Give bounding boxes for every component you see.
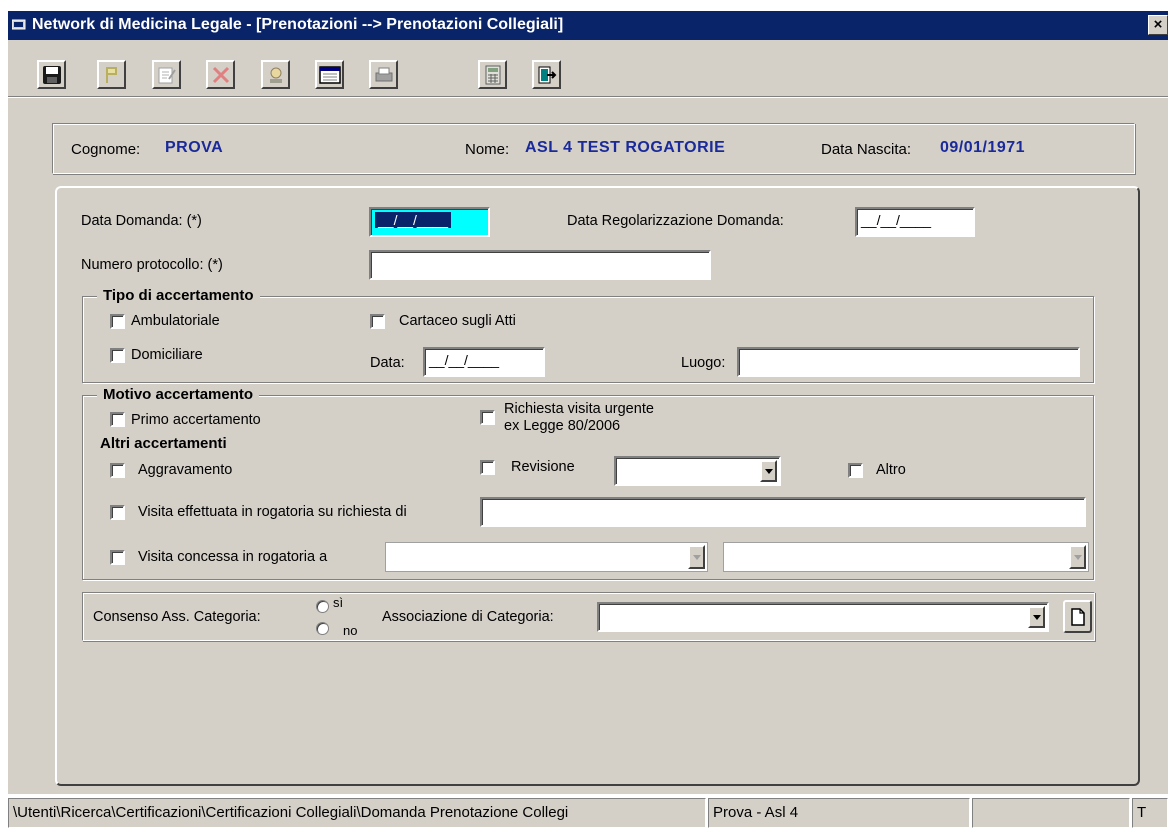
- calculator-icon: [485, 65, 500, 84]
- domiciliare-label: Domiciliare: [131, 347, 203, 363]
- calendar-button[interactable]: [315, 60, 344, 89]
- surname-value: PROVA: [165, 139, 224, 156]
- altro-checkbox[interactable]: [848, 463, 863, 478]
- calendar-icon: [318, 65, 341, 84]
- numero-protocollo-label: Numero protocollo: (*): [81, 257, 223, 273]
- calculator-button[interactable]: [478, 60, 507, 89]
- rogatoria-concessa-select-2[interactable]: [723, 542, 1089, 572]
- data-domanda-field[interactable]: __/__/____: [369, 207, 490, 237]
- aggravamento-label: Aggravamento: [138, 462, 233, 478]
- altri-accertamenti-title: Altri accertamenti: [100, 435, 227, 452]
- ambulatoriale-label: Ambulatoriale: [131, 313, 220, 329]
- associazione-select[interactable]: [597, 602, 1049, 632]
- birth-label: Data Nascita:: [821, 141, 912, 158]
- flag-button[interactable]: [97, 60, 126, 89]
- revisione-label: Revisione: [511, 459, 575, 475]
- rogatoria-concessa-checkbox[interactable]: [110, 550, 125, 565]
- revisione-select[interactable]: [614, 456, 781, 486]
- aggravamento-checkbox[interactable]: [110, 463, 125, 478]
- surname-label: Cognome:: [71, 141, 141, 158]
- name-value: ASL 4 TEST ROGATORIE: [525, 139, 726, 156]
- status-user: Prova - Asl 4: [708, 798, 970, 828]
- close-button[interactable]: ×: [1148, 15, 1168, 35]
- richiesta-urgente-checkbox[interactable]: [480, 410, 495, 425]
- flag-icon: [105, 66, 117, 83]
- print-button[interactable]: [369, 60, 398, 89]
- rogatoria-richiesta-field[interactable]: [480, 497, 1086, 527]
- associazione-dropdown-button[interactable]: [1028, 606, 1045, 628]
- domiciliare-checkbox[interactable]: [110, 348, 125, 363]
- rogatoria-concessa-label: Visita concessa in rogatoria a: [138, 549, 328, 565]
- richiesta-urgente-label-1: Richiesta visita urgente: [504, 401, 654, 417]
- chevron-down-icon: [692, 554, 701, 560]
- consenso-label: Consenso Ass. Categoria:: [93, 609, 261, 625]
- birth-value: 09/01/1971: [940, 139, 1026, 156]
- edit-icon: [158, 67, 176, 83]
- chevron-down-icon: [1032, 614, 1041, 620]
- primo-accertamento-label: Primo accertamento: [131, 412, 261, 428]
- data-regolarizzazione-field[interactable]: __/__/____: [855, 207, 975, 237]
- data-field[interactable]: __/__/____: [423, 347, 545, 377]
- status-empty: [972, 798, 1130, 828]
- save-button[interactable]: [37, 60, 66, 89]
- numero-protocollo-field[interactable]: [369, 250, 711, 280]
- data-label: Data:: [370, 355, 405, 371]
- data-regolarizzazione-label: Data Regolarizzazione Domanda:: [567, 213, 784, 229]
- revisione-dropdown-button[interactable]: [760, 460, 777, 482]
- cartaceo-label: Cartaceo sugli Atti: [399, 313, 516, 329]
- title-bar: Network di Medicina Legale - [Prenotazio…: [8, 11, 1168, 40]
- associazione-label: Associazione di Categoria:: [382, 609, 554, 625]
- consenso-no-radio[interactable]: [316, 622, 329, 635]
- consenso-si-radio[interactable]: [316, 600, 329, 613]
- delete-button[interactable]: [206, 60, 235, 89]
- ambulatoriale-checkbox[interactable]: [110, 314, 125, 329]
- exit-icon: [538, 66, 556, 83]
- data-domanda-label: Data Domanda: (*): [81, 213, 202, 229]
- edit-button[interactable]: [152, 60, 181, 89]
- rogatoria-concessa-dropdown-1[interactable]: [688, 545, 705, 569]
- cartaceo-checkbox[interactable]: [370, 314, 385, 329]
- new-document-button[interactable]: [1063, 600, 1092, 633]
- status-last: T: [1132, 798, 1168, 828]
- luogo-label: Luogo:: [681, 355, 726, 371]
- altro-label: Altro: [876, 462, 906, 478]
- person-button[interactable]: [261, 60, 290, 89]
- name-label: Nome:: [465, 141, 510, 158]
- delete-icon: [212, 66, 229, 83]
- rogatoria-richiesta-label: Visita effettuata in rogatoria su richie…: [138, 504, 407, 520]
- toolbar-separator: [8, 96, 1168, 98]
- exit-button[interactable]: [532, 60, 561, 89]
- revisione-checkbox[interactable]: [480, 460, 495, 475]
- rogatoria-concessa-select-1[interactable]: [385, 542, 708, 572]
- richiesta-urgente-label-2: ex Legge 80/2006: [504, 418, 621, 434]
- consenso-no-label: no: [343, 623, 358, 638]
- app-icon: [12, 19, 26, 30]
- chevron-down-icon: [764, 468, 773, 474]
- consenso-si-label: sì: [333, 595, 344, 610]
- status-path: \Utenti\Ricerca\Certificazioni\Certifica…: [8, 798, 706, 828]
- data-domanda-value: __/__/____: [375, 212, 452, 228]
- primo-accertamento-checkbox[interactable]: [110, 412, 125, 427]
- save-icon: [42, 65, 61, 84]
- tipo-accertamento-title: Tipo di accertamento: [97, 287, 260, 304]
- window-title: Network di Medicina Legale - [Prenotazio…: [32, 16, 564, 33]
- print-icon: [375, 67, 392, 81]
- chevron-down-icon: [1073, 554, 1082, 560]
- patient-panel: Cognome: PROVA Nome: ASL 4 TEST ROGATORI…: [52, 123, 1135, 174]
- new-document-icon: [1070, 607, 1085, 626]
- motivo-accertamento-title: Motivo accertamento: [97, 386, 260, 403]
- person-icon: [269, 67, 282, 83]
- luogo-field[interactable]: [737, 347, 1080, 377]
- rogatoria-richiesta-checkbox[interactable]: [110, 505, 125, 520]
- rogatoria-concessa-dropdown-2[interactable]: [1069, 545, 1086, 569]
